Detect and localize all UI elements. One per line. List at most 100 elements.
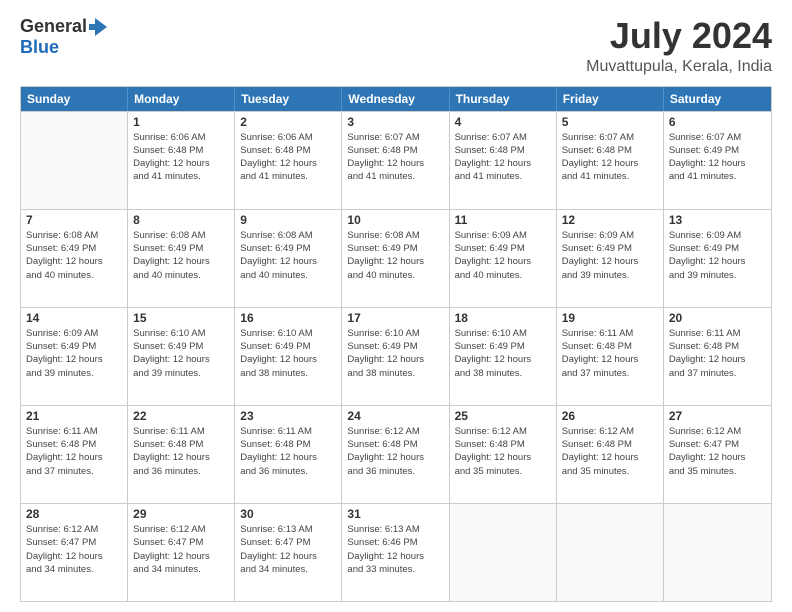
calendar-week-3: 14Sunrise: 6:09 AM Sunset: 6:49 PM Dayli…	[21, 307, 771, 405]
header-day-sunday: Sunday	[21, 87, 128, 111]
day-info: Sunrise: 6:13 AM Sunset: 6:46 PM Dayligh…	[347, 523, 443, 576]
day-number: 20	[669, 311, 766, 325]
day-info: Sunrise: 6:11 AM Sunset: 6:48 PM Dayligh…	[562, 327, 658, 380]
calendar-cell: 8Sunrise: 6:08 AM Sunset: 6:49 PM Daylig…	[128, 210, 235, 307]
header-day-thursday: Thursday	[450, 87, 557, 111]
day-info: Sunrise: 6:09 AM Sunset: 6:49 PM Dayligh…	[669, 229, 766, 282]
header-day-friday: Friday	[557, 87, 664, 111]
calendar-cell: 16 Sunrise: 6:10 AM Sunset: 6:49 PM Dayli…	[235, 308, 342, 405]
calendar-week-1: 1 Sunrise: 6:06 AM Sunset: 6:48 PM Daylig…	[21, 111, 771, 209]
header-day-monday: Monday	[128, 87, 235, 111]
calendar-cell: 7Sunrise: 6:08 AM Sunset: 6:49 PM Daylig…	[21, 210, 128, 307]
day-number: 5	[562, 115, 658, 129]
day-number: 21	[26, 409, 122, 423]
header-day-tuesday: Tuesday	[235, 87, 342, 111]
calendar-cell: 22Sunrise: 6:11 AM Sunset: 6:48 PM Dayli…	[128, 406, 235, 503]
calendar-cell: 26 Sunrise: 6:12 AM Sunset: 6:48 PM Dayli…	[557, 406, 664, 503]
day-info: Sunrise: 6:07 AM Sunset: 6:49 PM Dayligh…	[669, 131, 766, 184]
calendar-cell	[450, 504, 557, 601]
calendar-cell: 24Sunrise: 6:12 AM Sunset: 6:48 PM Dayli…	[342, 406, 449, 503]
day-number: 29	[133, 507, 229, 521]
calendar-cell: 5 Sunrise: 6:07 AM Sunset: 6:48 PM Daylig…	[557, 112, 664, 209]
day-info: Sunrise: 6:10 AM Sunset: 6:49 PM Dayligh…	[240, 327, 336, 380]
calendar-cell: 3 Sunrise: 6:07 AM Sunset: 6:48 PM Daylig…	[342, 112, 449, 209]
logo: General Blue	[20, 16, 109, 58]
day-number: 19	[562, 311, 658, 325]
logo-arrow-icon	[87, 16, 109, 38]
day-number: 18	[455, 311, 551, 325]
calendar-cell: 23 Sunrise: 6:11 AM Sunset: 6:48 PM Dayli…	[235, 406, 342, 503]
calendar-cell	[557, 504, 664, 601]
calendar-week-5: 28 Sunrise: 6:12 AM Sunset: 6:47 PM Dayli…	[21, 503, 771, 601]
calendar-header: SundayMondayTuesdayWednesdayThursdayFrid…	[21, 87, 771, 111]
day-info: Sunrise: 6:10 AM Sunset: 6:49 PM Dayligh…	[133, 327, 229, 380]
day-info: Sunrise: 6:11 AM Sunset: 6:48 PM Dayligh…	[240, 425, 336, 478]
day-number: 24	[347, 409, 443, 423]
day-number: 14	[26, 311, 122, 325]
day-number: 2	[240, 115, 336, 129]
day-info: Sunrise: 6:10 AM Sunset: 6:49 PM Dayligh…	[455, 327, 551, 380]
day-info: Sunrise: 6:11 AM Sunset: 6:48 PM Dayligh…	[26, 425, 122, 478]
calendar-cell	[664, 504, 771, 601]
day-number: 17	[347, 311, 443, 325]
day-number: 26	[562, 409, 658, 423]
day-info: Sunrise: 6:06 AM Sunset: 6:48 PM Dayligh…	[133, 131, 229, 184]
day-number: 13	[669, 213, 766, 227]
day-number: 9	[240, 213, 336, 227]
calendar-cell: 15 Sunrise: 6:10 AM Sunset: 6:49 PM Dayli…	[128, 308, 235, 405]
calendar-cell: 27 Sunrise: 6:12 AM Sunset: 6:47 PM Dayli…	[664, 406, 771, 503]
day-info: Sunrise: 6:13 AM Sunset: 6:47 PM Dayligh…	[240, 523, 336, 576]
calendar: SundayMondayTuesdayWednesdayThursdayFrid…	[20, 86, 772, 602]
day-number: 30	[240, 507, 336, 521]
calendar-cell: 30 Sunrise: 6:13 AM Sunset: 6:47 PM Dayli…	[235, 504, 342, 601]
day-info: Sunrise: 6:12 AM Sunset: 6:47 PM Dayligh…	[26, 523, 122, 576]
calendar-week-2: 7Sunrise: 6:08 AM Sunset: 6:49 PM Daylig…	[21, 209, 771, 307]
day-number: 3	[347, 115, 443, 129]
day-info: Sunrise: 6:07 AM Sunset: 6:48 PM Dayligh…	[455, 131, 551, 184]
calendar-cell: 13 Sunrise: 6:09 AM Sunset: 6:49 PM Dayli…	[664, 210, 771, 307]
day-number: 8	[133, 213, 229, 227]
day-number: 25	[455, 409, 551, 423]
day-number: 12	[562, 213, 658, 227]
day-number: 4	[455, 115, 551, 129]
day-number: 27	[669, 409, 766, 423]
calendar-cell: 14Sunrise: 6:09 AM Sunset: 6:49 PM Dayli…	[21, 308, 128, 405]
header: General Blue July 2024 Muvattupula, Kera…	[20, 16, 772, 76]
calendar-cell: 9Sunrise: 6:08 AM Sunset: 6:49 PM Daylig…	[235, 210, 342, 307]
day-number: 10	[347, 213, 443, 227]
calendar-cell: 20 Sunrise: 6:11 AM Sunset: 6:48 PM Dayli…	[664, 308, 771, 405]
page: General Blue July 2024 Muvattupula, Kera…	[0, 0, 792, 612]
day-info: Sunrise: 6:07 AM Sunset: 6:48 PM Dayligh…	[562, 131, 658, 184]
logo-text-general: General	[20, 17, 87, 37]
day-number: 28	[26, 507, 122, 521]
day-info: Sunrise: 6:11 AM Sunset: 6:48 PM Dayligh…	[133, 425, 229, 478]
day-info: Sunrise: 6:06 AM Sunset: 6:48 PM Dayligh…	[240, 131, 336, 184]
logo-text-blue: Blue	[20, 38, 109, 58]
calendar-cell: 25Sunrise: 6:12 AM Sunset: 6:48 PM Dayli…	[450, 406, 557, 503]
day-number: 31	[347, 507, 443, 521]
day-info: Sunrise: 6:09 AM Sunset: 6:49 PM Dayligh…	[455, 229, 551, 282]
day-info: Sunrise: 6:07 AM Sunset: 6:48 PM Dayligh…	[347, 131, 443, 184]
header-day-wednesday: Wednesday	[342, 87, 449, 111]
day-info: Sunrise: 6:12 AM Sunset: 6:48 PM Dayligh…	[562, 425, 658, 478]
calendar-cell: 6Sunrise: 6:07 AM Sunset: 6:49 PM Daylig…	[664, 112, 771, 209]
day-info: Sunrise: 6:12 AM Sunset: 6:47 PM Dayligh…	[669, 425, 766, 478]
day-number: 16	[240, 311, 336, 325]
calendar-cell: 10 Sunrise: 6:08 AM Sunset: 6:49 PM Dayli…	[342, 210, 449, 307]
day-info: Sunrise: 6:11 AM Sunset: 6:48 PM Dayligh…	[669, 327, 766, 380]
day-info: Sunrise: 6:08 AM Sunset: 6:49 PM Dayligh…	[26, 229, 122, 282]
title-block: July 2024 Muvattupula, Kerala, India	[586, 16, 772, 76]
day-number: 23	[240, 409, 336, 423]
calendar-cell	[21, 112, 128, 209]
day-number: 1	[133, 115, 229, 129]
day-number: 15	[133, 311, 229, 325]
header-day-saturday: Saturday	[664, 87, 771, 111]
calendar-body: 1 Sunrise: 6:06 AM Sunset: 6:48 PM Daylig…	[21, 111, 771, 601]
month-year-title: July 2024	[586, 16, 772, 56]
location-text: Muvattupula, Kerala, India	[586, 58, 772, 76]
calendar-cell: 11Sunrise: 6:09 AM Sunset: 6:49 PM Dayli…	[450, 210, 557, 307]
calendar-cell: 1 Sunrise: 6:06 AM Sunset: 6:48 PM Daylig…	[128, 112, 235, 209]
calendar-week-4: 21 Sunrise: 6:11 AM Sunset: 6:48 PM Dayli…	[21, 405, 771, 503]
calendar-cell: 28 Sunrise: 6:12 AM Sunset: 6:47 PM Dayli…	[21, 504, 128, 601]
day-info: Sunrise: 6:08 AM Sunset: 6:49 PM Dayligh…	[347, 229, 443, 282]
